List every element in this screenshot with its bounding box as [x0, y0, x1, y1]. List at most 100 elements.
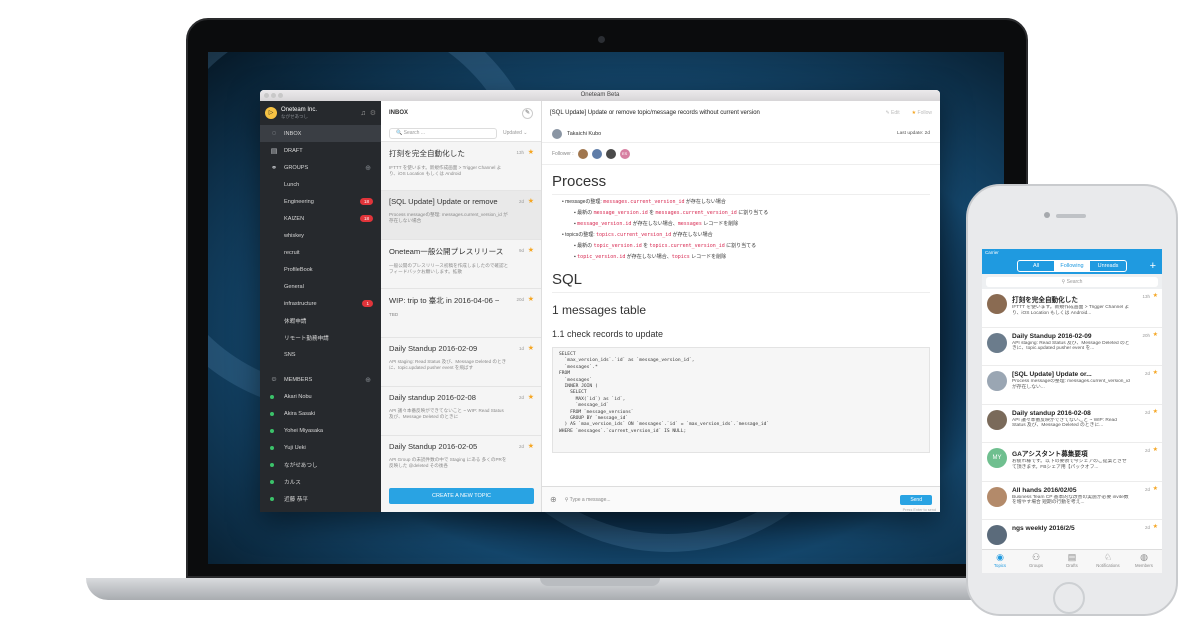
- segment-all[interactable]: All: [1018, 261, 1054, 271]
- inline-code: topics: [671, 254, 690, 260]
- inbox-list-item[interactable]: Daily standup 2016-02-08 API 議々本番反映ができてない…: [381, 386, 541, 435]
- phone-list-item[interactable]: 打刻を完全自動化した IFTTT を使います。新規作成画面 > Trigger C…: [982, 289, 1162, 328]
- compose-icon[interactable]: ✎: [522, 107, 533, 119]
- search-input[interactable]: 🔍 Search ...: [389, 127, 497, 139]
- follow-button[interactable]: ★ Follow: [912, 110, 932, 116]
- inbox-list-item[interactable]: Daily Standup 2016-02-09 API staging: Rea…: [381, 337, 541, 386]
- heading-check-records: 1.1 check records to update: [552, 329, 664, 339]
- star-icon[interactable]: ★: [1153, 446, 1158, 453]
- phone-list-item[interactable]: MY GAアシスタント募集要項 お疲れ様です。以下の要領で今シェアのご提案とさせて頂…: [982, 443, 1162, 482]
- inline-code: messages.current_version_id: [655, 210, 737, 216]
- phone-list-item[interactable]: [SQL Update] Update or... Process message…: [982, 366, 1162, 405]
- inbox-list-item[interactable]: Daily Standup 2016-02-05 API Group の未読件数の…: [381, 435, 541, 484]
- item-title: WIP: trip to 臺北 in 2016-04-06 ~: [389, 296, 500, 305]
- edit-button[interactable]: ✎ Edit: [885, 110, 899, 116]
- phone-screen: Carrier All Following Unreads + ⚲ Search…: [982, 249, 1162, 573]
- star-icon[interactable]: ★: [528, 295, 534, 303]
- online-status-dot: [270, 462, 274, 467]
- add-member-icon[interactable]: ⊕: [365, 376, 371, 384]
- phone-list-item[interactable]: Daily Standup 2016-02-09 API staging: Rea…: [982, 328, 1162, 366]
- phone-home-button[interactable]: [1053, 582, 1085, 614]
- star-icon[interactable]: ★: [1153, 523, 1158, 530]
- item-snippet: Process messageの整理: messages.current_ver…: [389, 212, 508, 223]
- plus-icon[interactable]: +: [1150, 260, 1156, 272]
- sidebar-group-item[interactable]: 休暇申請: [260, 312, 381, 329]
- sidebar-member-item[interactable]: Yohei Miyasaka: [260, 422, 381, 439]
- sidebar-group-item[interactable]: ProfileBook: [260, 261, 381, 278]
- item-snippet: API Group の未読件数の中で Staging にある 多くのPRを反映し…: [389, 457, 507, 468]
- inline-code: message_version.id: [577, 221, 632, 227]
- sidebar-group-item[interactable]: リモート勤務申請: [260, 329, 381, 346]
- sidebar-member-item[interactable]: ながせあつし: [260, 456, 381, 473]
- bullet-sub: ▪ 最新の message_version.id を messages.curr…: [574, 210, 769, 216]
- sort-dropdown[interactable]: Updated ⌄: [503, 130, 528, 136]
- sidebar-group-item[interactable]: Lunch: [260, 176, 381, 193]
- star-icon[interactable]: ★: [528, 246, 534, 254]
- tab-groups[interactable]: ⚇ Groups: [1018, 550, 1054, 573]
- phone-search-input[interactable]: ⚲ Search: [986, 276, 1158, 287]
- star-icon[interactable]: ★: [1153, 331, 1158, 338]
- bell-icon[interactable]: ♫: [360, 110, 365, 117]
- sidebar-item-draft[interactable]: ▤ DRAFT: [260, 142, 381, 159]
- edit-label: Edit: [891, 110, 900, 116]
- item-snippet: IFTTT を使います。新規作成画面 > Trigger Channel より、…: [1012, 305, 1130, 316]
- follower-avatar[interactable]: ES: [619, 148, 630, 159]
- sidebar-group-item[interactable]: KAIZEN 18: [260, 210, 381, 227]
- star-icon[interactable]: ★: [528, 148, 534, 156]
- segment-unreads[interactable]: Unreads: [1090, 261, 1126, 271]
- minimize-window-button[interactable]: [271, 93, 276, 98]
- sidebar-group-item[interactable]: Engineering 18: [260, 193, 381, 210]
- sidebar-member-item[interactable]: Yuji Ueki: [260, 439, 381, 456]
- bullet-messages: • messageの整理: messages.current_version_i…: [562, 199, 726, 205]
- follower-avatar[interactable]: [577, 148, 588, 159]
- gear-icon[interactable]: ⚙: [370, 109, 376, 117]
- sidebar-item-inbox[interactable]: ◌ INBOX: [260, 125, 381, 142]
- star-icon[interactable]: ★: [1153, 408, 1158, 415]
- segment-following[interactable]: Following: [1054, 261, 1090, 271]
- send-button[interactable]: Send: [900, 494, 932, 505]
- star-icon[interactable]: ★: [1153, 369, 1158, 376]
- tab-topics[interactable]: ◉ Topics: [982, 550, 1018, 573]
- inbox-list-item[interactable]: 打刻を完全自動化した IFTTT を使います。新規作成画面 > Trigger C…: [381, 141, 541, 190]
- inline-code: messages.current_version_id: [603, 199, 685, 205]
- create-topic-button[interactable]: CREATE A NEW TOPIC: [389, 488, 534, 504]
- star-icon[interactable]: ★: [1153, 292, 1158, 299]
- members-icon: ☺: [270, 376, 278, 383]
- inbox-list-item[interactable]: WIP: trip to 臺北 in 2016-04-06 ~ TBD 20d ★: [381, 288, 541, 337]
- follower-avatar[interactable]: [605, 148, 616, 159]
- tab-drafts[interactable]: ▤ Drafts: [1054, 550, 1090, 573]
- phone-list-item[interactable]: All hands 2016/02/05 Business Team CP 基本的…: [982, 482, 1162, 520]
- sidebar-group-item[interactable]: infrastructure 1: [260, 295, 381, 312]
- follower-avatar[interactable]: [591, 148, 602, 159]
- star-icon[interactable]: ★: [528, 393, 534, 401]
- team-switcher[interactable]: ▷ Oneteam Inc. ながせあつし ♫ ⚙: [260, 101, 381, 125]
- inbox-list-item[interactable]: Oneteam一般公開プレスリリース 一般公開のプレスリリース初稿を作成しましたの…: [381, 239, 541, 288]
- star-icon[interactable]: ★: [528, 442, 534, 450]
- phone-list-item[interactable]: Daily standup 2016-02-08 API 議々本番反映ができてない…: [982, 405, 1162, 443]
- add-attachment-icon[interactable]: ⊕: [550, 495, 557, 504]
- sidebar-member-item[interactable]: カルス: [260, 473, 381, 490]
- phone-search-bar: ⚲ Search: [982, 274, 1162, 289]
- star-icon[interactable]: ★: [1153, 485, 1158, 492]
- sidebar-group-item[interactable]: recruit: [260, 244, 381, 261]
- member-name: Akira Sasaki: [284, 410, 316, 417]
- sidebar-group-item[interactable]: whiskey: [260, 227, 381, 244]
- sidebar-member-item[interactable]: Akira Sasaki: [260, 405, 381, 422]
- sidebar-member-item[interactable]: Akari Nobu: [260, 388, 381, 405]
- inbox-list-item[interactable]: [SQL Update] Update or remove Process mes…: [381, 190, 541, 239]
- star-icon[interactable]: ★: [528, 344, 534, 352]
- member-name: Akari Nobu: [284, 393, 312, 400]
- star-icon[interactable]: ★: [528, 197, 534, 205]
- maximize-window-button[interactable]: [278, 93, 283, 98]
- sidebar-group-item[interactable]: SNS: [260, 346, 381, 363]
- text: 最新の: [577, 210, 594, 216]
- group-label: KAIZEN: [284, 215, 305, 222]
- sidebar-group-item[interactable]: General: [260, 278, 381, 295]
- add-group-icon[interactable]: ⊕: [365, 164, 371, 172]
- message-input[interactable]: ⚲ Type a message...: [565, 497, 611, 503]
- sidebar-member-item[interactable]: 近藤 恭平: [260, 490, 381, 507]
- sidebar: ▷ Oneteam Inc. ながせあつし ♫ ⚙ ◌ INBOX ▤ DRAF…: [260, 101, 381, 512]
- tab-members[interactable]: ◍ Members: [1126, 550, 1162, 573]
- tab-notifications[interactable]: ♘ Notifications: [1090, 550, 1126, 573]
- close-window-button[interactable]: [264, 93, 269, 98]
